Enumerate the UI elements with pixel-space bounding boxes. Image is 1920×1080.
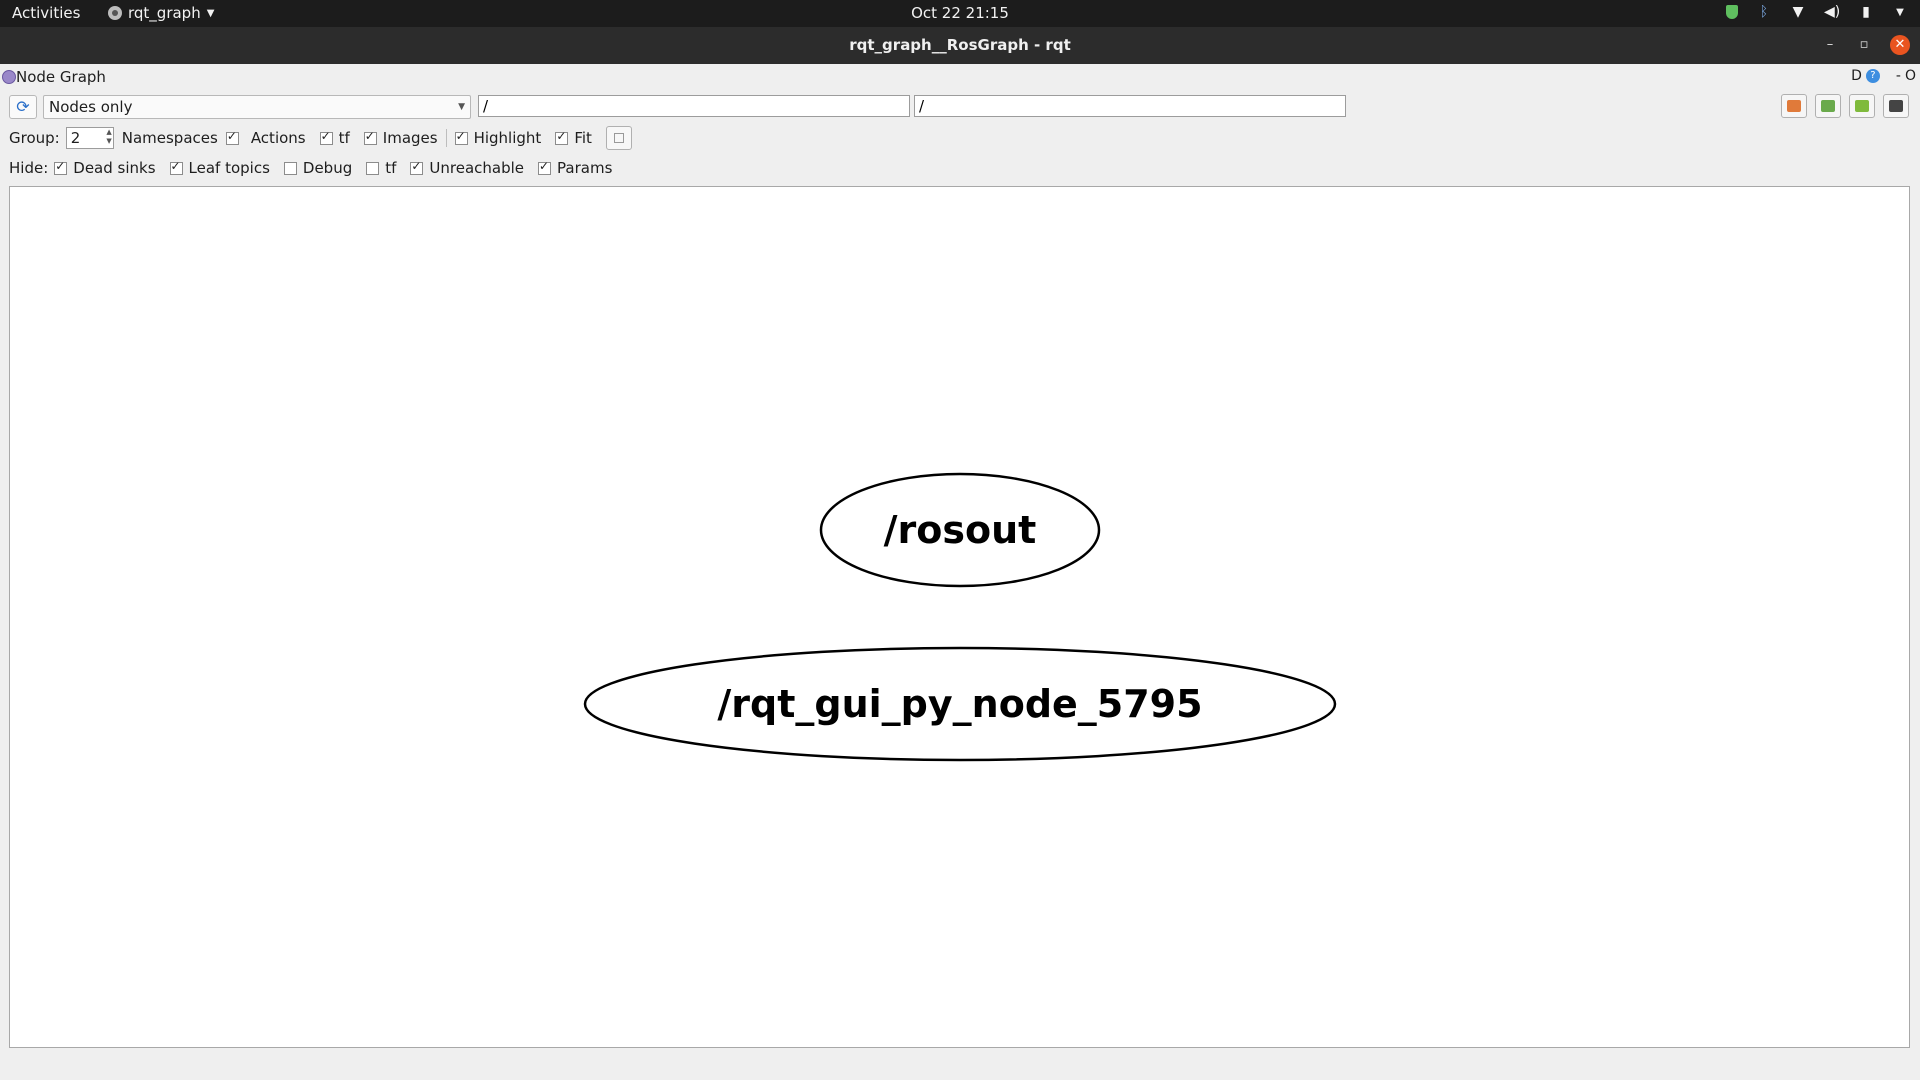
d-button[interactable]: D	[1851, 68, 1862, 84]
shield-icon[interactable]	[1726, 5, 1738, 19]
separator	[445, 129, 447, 147]
actions-label: Actions	[250, 129, 306, 147]
checkbox-checked[interactable]	[54, 159, 68, 175]
checkbox-checked[interactable]	[555, 129, 569, 145]
node-filter-input[interactable]	[478, 95, 910, 117]
window-title: rqt_graph__RosGraph - rqt	[849, 36, 1071, 54]
images-checkbox[interactable]: Images	[363, 129, 438, 147]
hide-tf-label: tf	[385, 159, 397, 177]
image-icon	[1889, 100, 1903, 112]
debug-checkbox[interactable]: Debug	[283, 159, 353, 177]
checkbox-checked[interactable]	[225, 129, 239, 145]
fit-in-view-button[interactable]	[605, 126, 632, 150]
fit-label: Fit	[574, 129, 592, 147]
graph-node-rqt-gui[interactable]: /rqt_gui_py_node_5795	[583, 646, 1337, 762]
highlight-label: Highlight	[473, 129, 542, 147]
save-icon	[1821, 100, 1835, 112]
graph-mode-value: Nodes only	[49, 98, 133, 116]
fit-checkbox[interactable]: Fit	[555, 129, 592, 147]
graph-node-rosout[interactable]: /rosout	[819, 472, 1101, 588]
maximize-button[interactable]: ▫	[1854, 35, 1874, 55]
dock-title: Node Graph	[16, 68, 106, 86]
rqt-app-icon	[108, 6, 122, 20]
checkbox-unchecked[interactable]	[283, 161, 297, 175]
wifi-icon[interactable]: ▼	[1790, 4, 1806, 20]
unreachable-checkbox[interactable]: Unreachable	[410, 159, 524, 177]
spin-arrows-icon[interactable]: ▲ ▼	[106, 128, 111, 146]
graph-canvas[interactable]: /rosout /rqt_gui_py_node_5795	[9, 186, 1910, 1048]
topic-filter-input[interactable]	[914, 95, 1346, 117]
graph-svg[interactable]: /rosout /rqt_gui_py_node_5795	[10, 187, 1909, 1047]
save-dot-button[interactable]	[1815, 94, 1841, 118]
dock-header: Node Graph D ? - O	[0, 66, 1920, 88]
minimize-button[interactable]: –	[1820, 35, 1840, 55]
close-dock-button[interactable]: O	[1905, 68, 1916, 84]
window-title-bar: rqt_graph__RosGraph - rqt – ▫ ✕	[0, 27, 1920, 64]
graph-toolbar: ⟳ Nodes only ▼	[0, 94, 1920, 120]
checkbox-checked[interactable]	[169, 159, 183, 175]
checkbox-checked[interactable]	[319, 129, 333, 145]
save-image-button[interactable]	[1883, 94, 1909, 118]
refresh-icon: ⟳	[16, 97, 30, 116]
save-icon	[1855, 100, 1869, 112]
params-label: Params	[557, 159, 613, 177]
close-button[interactable]: ✕	[1890, 35, 1910, 55]
group-spinbox[interactable]: 2 ▲ ▼	[65, 127, 114, 149]
dead-sinks-checkbox[interactable]: Dead sinks	[54, 159, 156, 177]
system-top-bar: Activities rqt_graph ▼ Oct 22 21:15 ᛒ ▼ …	[0, 0, 1920, 27]
chevron-down-icon[interactable]: ▼	[1892, 7, 1908, 18]
highlight-checkbox[interactable]: Highlight	[454, 129, 542, 147]
namespaces-checkbox[interactable]: Namespaces	[122, 129, 245, 147]
load-dot-button[interactable]	[1781, 94, 1807, 118]
images-label: Images	[382, 129, 438, 147]
app-menu-label: rqt_graph	[128, 4, 201, 22]
chevron-down-icon: ▼	[458, 102, 465, 112]
help-icon[interactable]: ?	[1865, 69, 1880, 83]
checkbox-checked[interactable]	[538, 159, 552, 175]
battery-icon[interactable]: ▮	[1858, 4, 1874, 20]
unreachable-label: Unreachable	[429, 159, 525, 177]
params-checkbox[interactable]: Params	[538, 159, 612, 177]
checkbox-unchecked[interactable]	[366, 161, 380, 175]
group-label: Group:	[9, 129, 60, 147]
activities-button[interactable]: Activities	[12, 4, 80, 22]
hide-row: Hide: Dead sinks Leaf topics Debug tf Un…	[9, 157, 626, 179]
namespaces-label: Namespaces	[121, 129, 218, 147]
graph-mode-select[interactable]: Nodes only ▼	[43, 95, 471, 119]
leaf-topics-checkbox[interactable]: Leaf topics	[169, 159, 270, 177]
app-menu[interactable]: rqt_graph ▼	[108, 4, 214, 22]
refresh-button[interactable]: ⟳	[9, 95, 37, 119]
checkbox-checked[interactable]	[410, 159, 424, 175]
checkbox-checked[interactable]	[363, 129, 377, 145]
minimize-dock-button[interactable]: -	[1896, 68, 1901, 84]
dead-sinks-label: Dead sinks	[73, 159, 156, 177]
clock[interactable]: Oct 22 21:15	[911, 4, 1009, 22]
system-tray[interactable]: ᛒ ▼ ◀) ▮ ▼	[1726, 4, 1908, 20]
tf-checkbox[interactable]: tf	[319, 129, 350, 147]
hide-tf-checkbox[interactable]: tf	[366, 159, 396, 177]
leaf-topics-label: Leaf topics	[188, 159, 270, 177]
options-row: Group: 2 ▲▼ Namespaces Actions tf Images…	[9, 126, 632, 150]
hide-label: Hide:	[9, 159, 49, 177]
tf-label: tf	[338, 129, 350, 147]
folder-icon	[1787, 100, 1801, 112]
actions-label-item: Actions	[251, 129, 306, 147]
plugin-icon	[2, 70, 16, 84]
save-svg-button[interactable]	[1849, 94, 1875, 118]
group-value: 2	[70, 129, 81, 147]
chevron-down-icon: ▼	[206, 7, 215, 19]
node-label: /rqt_gui_py_node_5795	[717, 682, 1202, 726]
debug-label: Debug	[302, 159, 353, 177]
volume-icon[interactable]: ◀)	[1824, 4, 1840, 20]
node-label: /rosout	[884, 508, 1037, 552]
checkbox-checked[interactable]	[454, 129, 468, 145]
bluetooth-icon[interactable]: ᛒ	[1756, 4, 1772, 20]
